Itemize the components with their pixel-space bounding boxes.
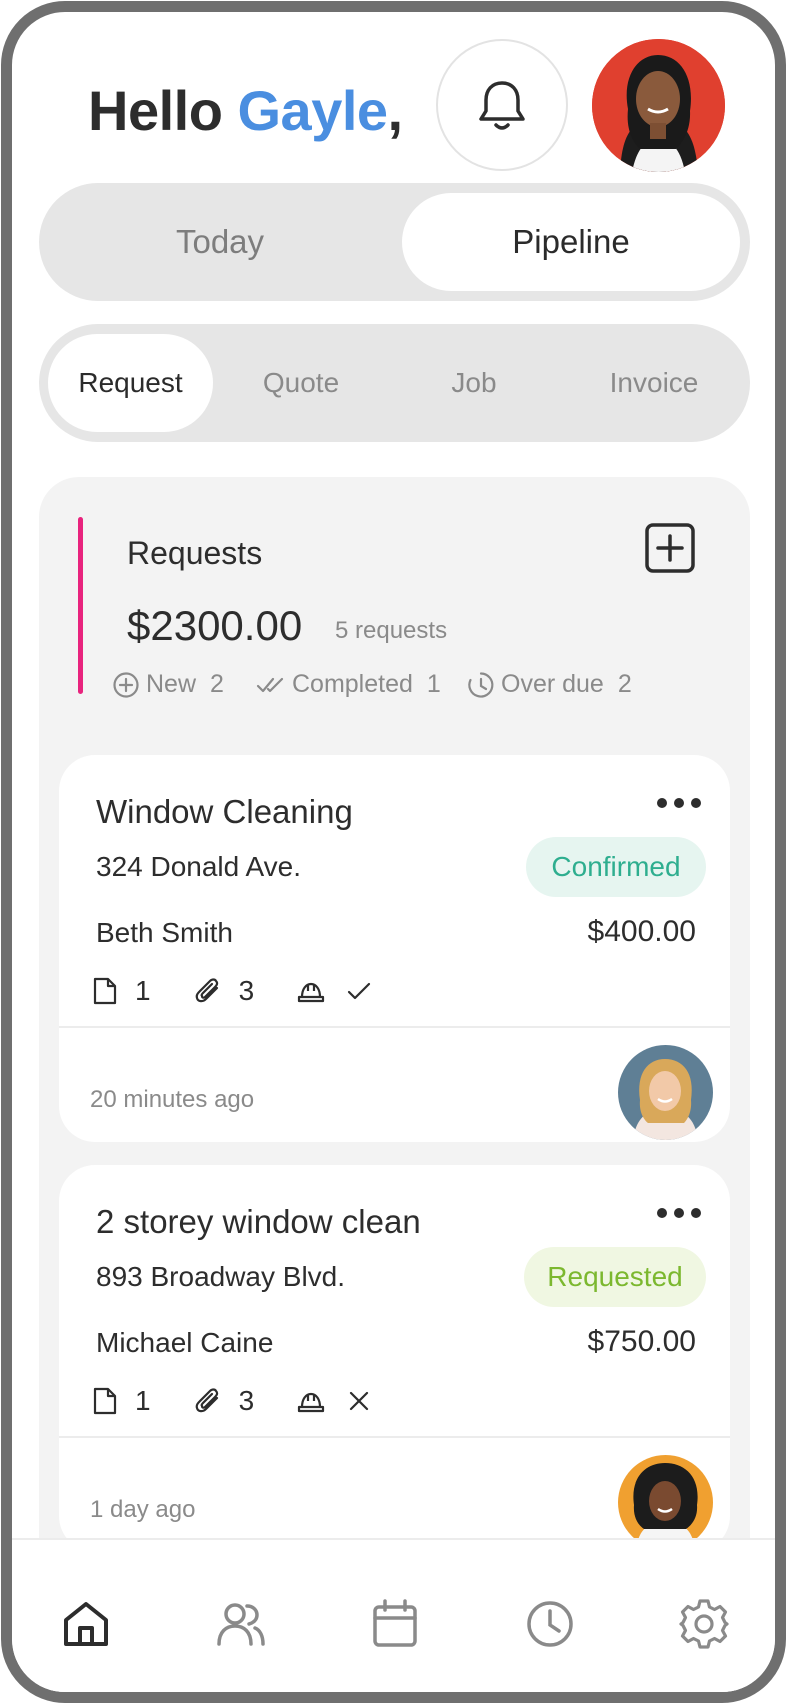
- request-card[interactable]: Window Cleaning 324 Donald Ave. Confirme…: [59, 755, 730, 1142]
- notes-count: 1: [91, 975, 151, 1007]
- greeting-text: Hello: [88, 79, 223, 142]
- request-meta: 1 3: [91, 1385, 372, 1417]
- bottom-nav: [12, 1538, 775, 1692]
- client-name: Beth Smith: [96, 917, 233, 948]
- attachments-count: 3: [193, 975, 255, 1007]
- document-icon: [93, 977, 117, 1005]
- request-address: 324 Donald Ave.: [96, 851, 301, 882]
- status-badge-requested: Requested: [524, 1247, 706, 1307]
- stat-new-value: 2: [210, 670, 224, 698]
- calendar-icon[interactable]: [367, 1596, 423, 1652]
- request-card[interactable]: 2 storey window clean 893 Broadway Blvd.…: [59, 1165, 730, 1552]
- stat-completed-value: 1: [426, 670, 441, 698]
- request-time: 1 day ago: [90, 1496, 196, 1523]
- requests-title: Requests: [127, 535, 263, 571]
- greeting-comma: ,: [387, 79, 404, 142]
- notifications-button[interactable]: [436, 39, 568, 171]
- paperclip-icon: [195, 1388, 218, 1413]
- hard-hat-icon: [298, 1392, 325, 1413]
- stat-new[interactable]: New 2: [112, 670, 224, 699]
- double-check-icon: [256, 677, 284, 692]
- attachments-count-value: 3: [238, 975, 255, 1006]
- assignee-avatar[interactable]: [618, 1045, 713, 1140]
- card-divider: [59, 1026, 730, 1028]
- toggle-pipeline[interactable]: Pipeline: [402, 193, 740, 291]
- x-icon: [350, 1391, 369, 1411]
- requests-count: 5 requests: [335, 617, 448, 644]
- users-icon[interactable]: [213, 1596, 269, 1652]
- stat-overdue-value: 2: [617, 670, 632, 698]
- bell-icon: [479, 81, 525, 130]
- request-title: Window Cleaning: [96, 793, 353, 830]
- assignee-avatar-image: [618, 1045, 713, 1140]
- attachments-count: 3: [193, 1385, 255, 1417]
- assignee-avatar[interactable]: [618, 1455, 713, 1550]
- client-name: Michael Caine: [96, 1327, 274, 1358]
- toggle-today[interactable]: Today: [51, 193, 389, 291]
- accent-bar: [78, 517, 83, 694]
- tab-quote[interactable]: Quote: [221, 334, 381, 432]
- stage-tabs: Request Quote Job Invoice: [39, 324, 750, 442]
- stat-overdue[interactable]: Over due 2: [467, 670, 632, 699]
- stat-overdue-label: Over due: [501, 670, 604, 698]
- stat-completed[interactable]: Completed 1: [256, 670, 441, 699]
- settings-icon[interactable]: [676, 1596, 732, 1652]
- assignee-avatar-image: [618, 1455, 713, 1550]
- request-time: 20 minutes ago: [90, 1086, 255, 1113]
- request-price: $750.00: [587, 1325, 696, 1358]
- check-icon: [348, 982, 371, 1000]
- request-address: 893 Broadway Blvd.: [96, 1261, 346, 1292]
- document-icon: [93, 1387, 117, 1415]
- tab-invoice[interactable]: Invoice: [569, 334, 739, 432]
- user-name: Gayle: [237, 79, 388, 142]
- paperclip-icon: [195, 978, 218, 1003]
- card-divider: [59, 1436, 730, 1438]
- stat-new-label: New: [146, 670, 197, 698]
- clock-icon[interactable]: [522, 1596, 578, 1652]
- more-icon[interactable]: [656, 797, 702, 809]
- profile-avatar-image: [592, 39, 725, 172]
- request-price: $400.00: [587, 915, 696, 948]
- tab-request[interactable]: Request: [48, 334, 213, 432]
- hard-hat-icon: [298, 982, 325, 1003]
- request-meta: 1 3: [91, 975, 372, 1007]
- clock-icon: [468, 671, 494, 698]
- notes-count: 1: [91, 1385, 151, 1417]
- home-icon[interactable]: [58, 1596, 114, 1652]
- more-icon[interactable]: [656, 1207, 702, 1219]
- add-request-icon[interactable]: [642, 520, 698, 576]
- notes-count-value: 1: [135, 975, 151, 1006]
- view-toggle: Today Pipeline: [39, 183, 750, 301]
- requests-total-amount: $2300.00: [127, 602, 303, 649]
- profile-avatar[interactable]: [592, 39, 725, 172]
- status-badge-confirmed: Confirmed: [526, 837, 706, 897]
- greeting: Hello Gayle,: [88, 78, 403, 143]
- attachments-count-value: 3: [238, 1385, 255, 1416]
- stat-completed-label: Completed: [292, 670, 413, 698]
- phone-frame: Hello Gayle, Today Pipeline Request Quot…: [1, 1, 786, 1703]
- tab-job[interactable]: Job: [394, 334, 554, 432]
- plus-circle-icon: [113, 671, 139, 698]
- notes-count-value: 1: [135, 1385, 151, 1416]
- request-title: 2 storey window clean: [96, 1203, 421, 1240]
